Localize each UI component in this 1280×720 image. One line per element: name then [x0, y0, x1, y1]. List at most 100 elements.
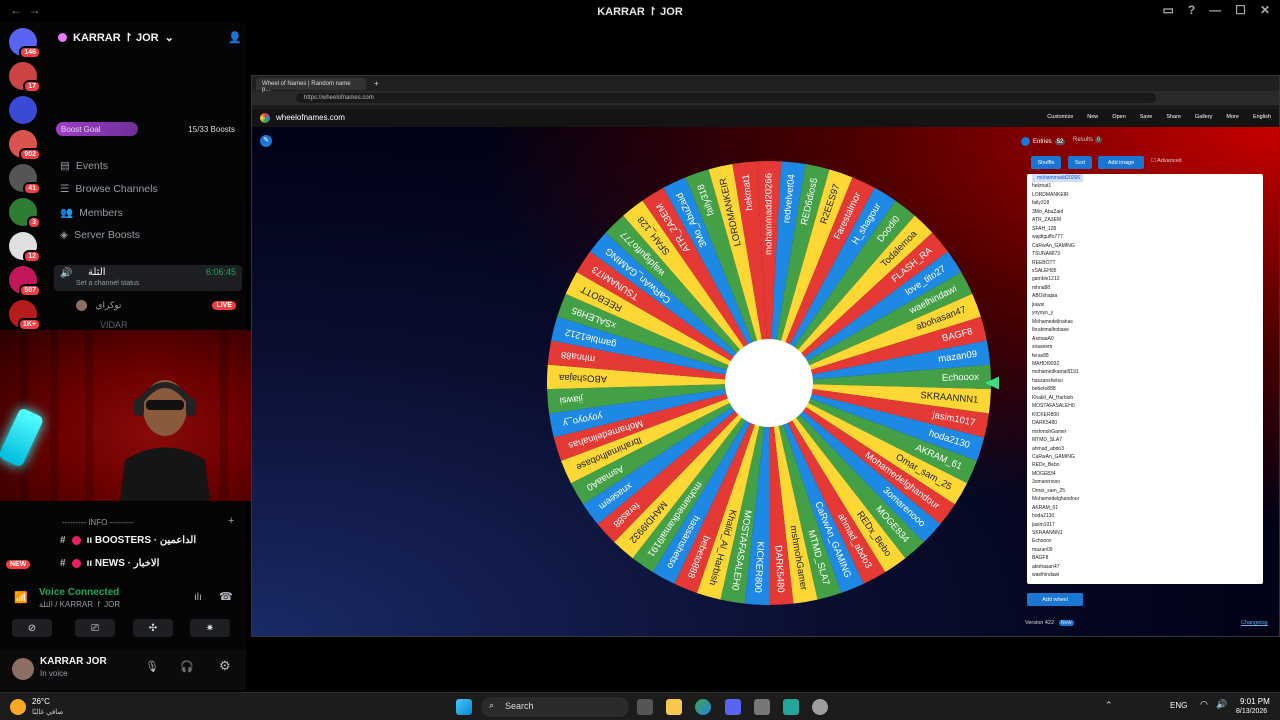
- sort-button[interactable]: Sort: [1068, 156, 1092, 169]
- settings-gear-icon[interactable]: ⚙: [219, 658, 231, 674]
- chevron-icon: [1021, 137, 1030, 146]
- tab-entries[interactable]: Entries 52: [1021, 137, 1066, 146]
- inbox-icon[interactable]: ▭: [1162, 3, 1173, 17]
- clock-time[interactable]: 9:01 PM: [1240, 697, 1270, 706]
- task-view-icon[interactable]: [637, 699, 653, 715]
- entry-line: Mohamedelghandour: [1032, 496, 1080, 503]
- minimize-icon[interactable]: —: [1209, 3, 1221, 17]
- server-icon[interactable]: 41: [9, 164, 41, 195]
- address-bar[interactable]: https://wheelofnames.com: [296, 93, 1156, 103]
- speaker-icon: 🔊: [60, 268, 73, 279]
- voice-connected-label[interactable]: Voice Connected: [39, 587, 119, 598]
- menu-item[interactable]: Open: [1112, 114, 1125, 120]
- edit-pencil-icon[interactable]: ✎: [260, 135, 272, 147]
- unread-badge: 146: [19, 46, 41, 59]
- disconnect-icon[interactable]: ☎: [219, 590, 233, 603]
- members-icon: 👥: [60, 207, 74, 219]
- headphones-icon[interactable]: 🎧: [180, 660, 194, 673]
- server-icon[interactable]: 507: [9, 266, 41, 297]
- changelog-link[interactable]: Changelog: [1241, 620, 1268, 626]
- menu-item[interactable]: Gallery: [1195, 114, 1212, 120]
- screen-share-button[interactable]: ⎚: [75, 619, 115, 637]
- server-header[interactable]: KARRAR ↾ JOR ⌄: [58, 31, 174, 44]
- microphone-icon[interactable]: 🎙: [145, 660, 159, 673]
- channel-news[interactable]: # ıı NEWS · الاخبار: [60, 558, 159, 569]
- menu-item[interactable]: Share: [1166, 114, 1181, 120]
- entry-line: BAGF8: [1032, 555, 1049, 562]
- discord-icon[interactable]: [725, 699, 741, 715]
- calculator-icon[interactable]: [754, 699, 770, 715]
- unread-badge: 17: [23, 80, 41, 93]
- nav-members[interactable]: 👥 Members: [60, 206, 123, 220]
- clock-date[interactable]: 8/13/2026: [1236, 708, 1267, 715]
- entry-line: mhna88: [1032, 284, 1051, 291]
- wheel-center[interactable]: [725, 339, 813, 427]
- category-header[interactable]: --------- INFO ---------: [62, 518, 134, 527]
- entry-line: Echooox: [1032, 538, 1052, 545]
- channel-boosters[interactable]: # ıı BOOSTERS · الداعمين: [60, 535, 196, 546]
- site-name[interactable]: wheelofnames.com: [276, 113, 345, 122]
- help-icon[interactable]: ?: [1188, 3, 1195, 17]
- boost-icon: ◈: [60, 229, 69, 241]
- activities-button[interactable]: ✣: [133, 619, 173, 637]
- avatar[interactable]: [12, 658, 34, 680]
- voice-member[interactable]: VIDAR: [100, 320, 128, 330]
- close-icon[interactable]: ✕: [1260, 3, 1270, 17]
- shuffle-button[interactable]: Shuffle: [1031, 156, 1061, 169]
- entry-line: TSUNAMI73: [1032, 251, 1061, 258]
- server-icon[interactable]: 146: [9, 28, 41, 59]
- menu-item[interactable]: English: [1253, 114, 1271, 120]
- entry-line: MAHDI9932: [1032, 360, 1060, 367]
- channel-status[interactable]: Set a channel status: [76, 280, 139, 287]
- tray-chevron-icon[interactable]: ⌃: [1105, 700, 1113, 711]
- server-icon[interactable]: [9, 96, 37, 124]
- server-icon[interactable]: 902: [9, 130, 41, 161]
- browser-tab[interactable]: Wheel of Names | Random name p...: [256, 77, 366, 93]
- new-tab-icon[interactable]: +: [374, 79, 379, 88]
- nav-events[interactable]: ▤ Events: [60, 160, 108, 172]
- taskbar-search[interactable]: ⌕ Search: [481, 697, 629, 717]
- nav-browse-channels[interactable]: ☰ Browse Channels: [60, 183, 158, 195]
- camera-off-button[interactable]: ⊘: [12, 619, 52, 637]
- menu-item[interactable]: Save: [1140, 114, 1153, 120]
- user-name[interactable]: KARRAR JOR: [40, 656, 107, 667]
- menu-item[interactable]: Customize: [1047, 114, 1073, 120]
- weather-icon[interactable]: [10, 699, 26, 715]
- volume-icon[interactable]: 🔊: [1216, 699, 1227, 710]
- server-icon[interactable]: 12: [9, 232, 41, 263]
- app-icon[interactable]: [783, 699, 799, 715]
- nav-server-boosts[interactable]: ◈ Server Boosts: [60, 229, 140, 241]
- server-name: KARRAR ↾ JOR: [73, 32, 159, 44]
- maximize-icon[interactable]: ☐: [1235, 3, 1246, 17]
- boost-count: 15/33 Boosts: [188, 124, 235, 134]
- add-image-button[interactable]: Add image: [1098, 156, 1144, 169]
- noise-suppression-icon[interactable]: ılı: [194, 592, 202, 603]
- entry-line: waelhindawi: [1032, 572, 1060, 579]
- wifi-icon[interactable]: ◠: [1200, 699, 1208, 710]
- wheel-of-names[interactable]: mohammadd20266 redvelvet04 RED6dios5R2EES9…: [539, 153, 999, 613]
- entries-textarea[interactable]: mohammadd20266 hekmat1 LORDMANKEIR faily318…: [1027, 174, 1263, 584]
- menu-item[interactable]: New: [1087, 114, 1098, 120]
- add-channel-icon[interactable]: +: [228, 515, 234, 527]
- server-icon: [58, 33, 67, 42]
- voice-member[interactable]: توكراي LIVE: [76, 300, 242, 314]
- window-titlebar: ← → KARRAR ↾ JOR ▭ ? — ☐ ✕: [0, 0, 1280, 22]
- windows-start-icon[interactable]: [456, 699, 472, 715]
- soundboard-button[interactable]: ✷: [190, 619, 230, 637]
- entry-line: LORDMANKEIR: [1032, 191, 1069, 198]
- lang-indicator[interactable]: ENG: [1170, 701, 1187, 710]
- add-wheel-button[interactable]: Add wheel: [1027, 593, 1083, 606]
- file-explorer-icon[interactable]: [666, 699, 682, 715]
- server-icon[interactable]: 3: [9, 198, 41, 229]
- server-icon[interactable]: 1K+: [9, 300, 41, 331]
- back-arrow-icon[interactable]: ← →: [10, 3, 41, 17]
- advanced-checkbox[interactable]: ☐ Advanced: [1151, 158, 1182, 164]
- edge-icon[interactable]: [695, 699, 711, 715]
- boost-goal[interactable]: Boost Goal 15/33 Boosts: [56, 122, 240, 136]
- voice-channel[interactable]: 🔊 الثلة 6:06:45 Set a channel status: [54, 265, 242, 291]
- menu-item[interactable]: More: [1226, 114, 1239, 120]
- tab-results[interactable]: Results 0: [1073, 137, 1103, 143]
- settings-icon[interactable]: [812, 699, 828, 715]
- invite-icon[interactable]: 👤: [228, 31, 242, 44]
- server-icon[interactable]: 17: [9, 62, 41, 93]
